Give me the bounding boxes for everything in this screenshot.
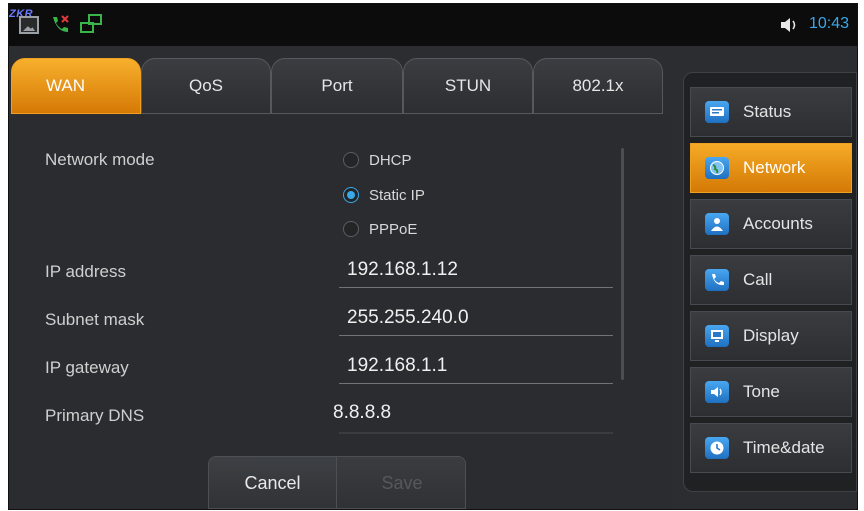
save-button[interactable]: Save [337, 457, 465, 508]
subnet-mask-value: 255.255.240.0 [347, 307, 469, 328]
menu-item-status[interactable]: Status [690, 87, 852, 137]
globe-icon [705, 157, 729, 179]
ip-address-field[interactable]: 192.168.1.12 [339, 258, 613, 288]
cancel-button[interactable]: Cancel [209, 457, 337, 508]
menu-item-label: Display [743, 326, 799, 345]
volume-icon [781, 18, 796, 32]
network-mode-label: Network mode [45, 150, 155, 169]
menu-item-accounts[interactable]: Accounts [690, 199, 852, 249]
menu-item-label: Network [743, 158, 806, 177]
menu-item-call[interactable]: Call [690, 255, 852, 305]
radio-button[interactable] [343, 152, 359, 168]
menu-item-label: Time&date [743, 438, 825, 457]
status-bar: ZKR 10:43 [9, 4, 857, 46]
primary-dns-field[interactable]: 8.8.8.8 [333, 402, 391, 424]
menu-item-label: Call [743, 270, 773, 289]
tab-8021x[interactable]: 802.1x [533, 58, 663, 114]
menu-item-network[interactable]: Network [690, 143, 852, 193]
picture-icon [19, 16, 39, 34]
ip-gateway-value: 192.168.1.1 [347, 355, 448, 376]
tab-qos[interactable]: QoS [141, 58, 271, 114]
action-buttons: Cancel Save [208, 456, 466, 509]
primary-dns-label: Primary DNS [45, 406, 145, 425]
menu-item-tone[interactable]: Tone [690, 367, 852, 417]
radio-label: PPPoE [369, 220, 418, 238]
tab-port[interactable]: Port [271, 58, 403, 114]
radio-label: Static IP [369, 186, 425, 204]
radio-button[interactable] [343, 221, 359, 237]
phone-icon [705, 269, 729, 291]
clock-icon [705, 437, 729, 459]
menu-item-label: Tone [743, 382, 780, 401]
ip-address-label: IP address [45, 262, 126, 281]
radio-button-selected[interactable] [343, 187, 359, 203]
radio-pppoe[interactable]: PPPoE [343, 217, 417, 241]
tab-wan[interactable]: WAN [11, 58, 141, 114]
missed-call-icon [53, 15, 69, 32]
radio-label: DHCP [369, 151, 412, 169]
radio-static-ip[interactable]: Static IP [343, 183, 425, 207]
menu-item-display[interactable]: Display [690, 311, 852, 361]
ip-address-value: 192.168.1.12 [347, 259, 458, 280]
clock-time: 10:43 [808, 15, 849, 32]
wan-settings-panel: Network mode DHCP Static IP PPPoE IP add… [9, 116, 673, 509]
network-icon [80, 14, 102, 33]
monitor-icon [705, 325, 729, 347]
menu-item-label: Accounts [743, 214, 813, 233]
device-screen: ZKR 10:43 WAN QoS Port STUN 802.1x Netwo… [8, 3, 858, 510]
menu-item-time-date[interactable]: Time&date [690, 423, 852, 473]
menu-item-label: Status [743, 102, 792, 121]
settings-menu: Status Network Accounts Call Display Ton… [683, 72, 857, 492]
status-icon [705, 101, 729, 123]
tab-bar: WAN QoS Port STUN 802.1x [9, 58, 665, 116]
subnet-mask-label: Subnet mask [45, 310, 145, 329]
ip-gateway-label: IP gateway [45, 358, 129, 377]
subnet-mask-field[interactable]: 255.255.240.0 [339, 306, 613, 336]
ip-gateway-field[interactable]: 192.168.1.1 [339, 354, 613, 384]
speaker-icon [705, 381, 729, 403]
scrollbar[interactable] [621, 148, 624, 380]
tab-stun[interactable]: STUN [403, 58, 533, 114]
user-icon [705, 213, 729, 235]
radio-dhcp[interactable]: DHCP [343, 148, 412, 172]
divider [339, 432, 613, 434]
